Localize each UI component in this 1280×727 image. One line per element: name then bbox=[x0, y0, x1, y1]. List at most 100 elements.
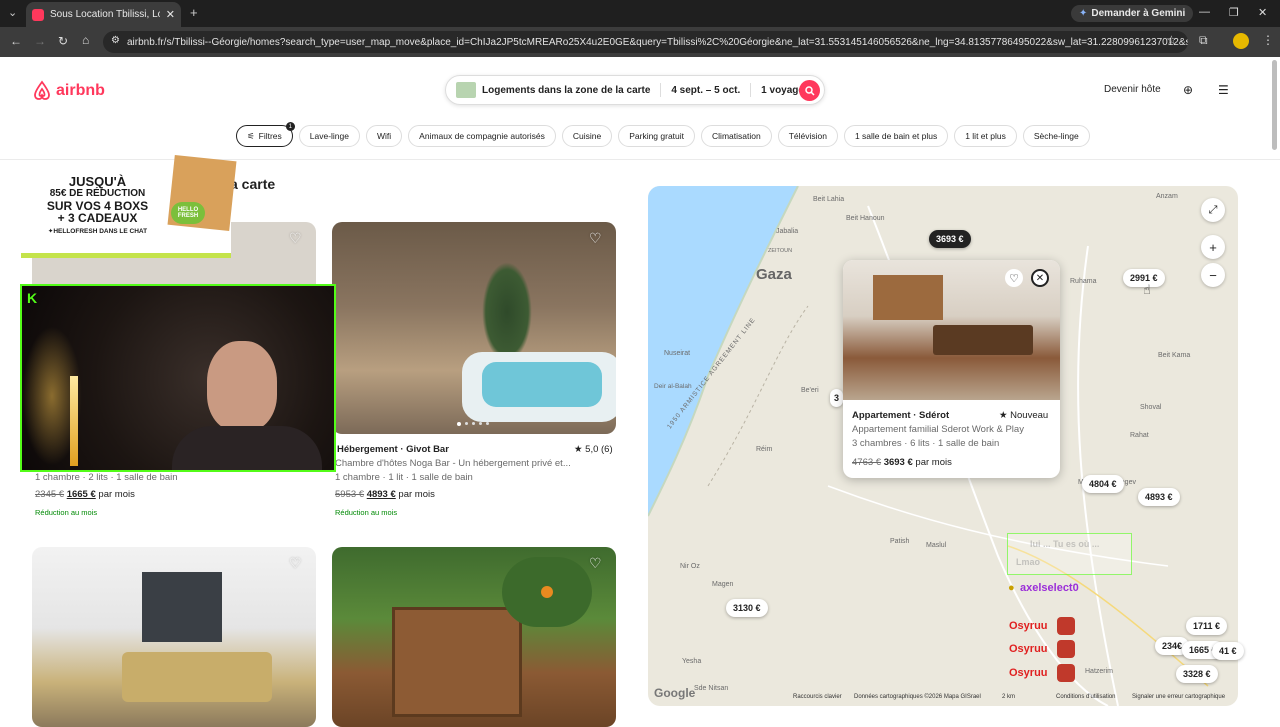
water-shape bbox=[482, 362, 602, 407]
listing-photo[interactable] bbox=[332, 222, 616, 434]
report-map-error-link[interactable]: Signaler une erreur cartographique bbox=[1132, 694, 1225, 700]
search-dates[interactable]: 4 sept. – 5 oct. bbox=[661, 85, 750, 96]
kick-logo-icon: K bbox=[27, 290, 38, 306]
forward-icon[interactable]: → bbox=[34, 34, 46, 48]
zoom-in-icon[interactable]: + bbox=[1201, 235, 1225, 259]
minimize-icon[interactable]: — bbox=[1199, 6, 1210, 18]
map-place-label: Rahat bbox=[1130, 432, 1149, 439]
gemini-button[interactable]: ✦ Demander à Gemini bbox=[1071, 5, 1194, 22]
chat-faint-message: lui ... Tu es où ... bbox=[1030, 539, 1100, 549]
filter-chip[interactable]: 1 lit et plus bbox=[954, 125, 1017, 147]
terms-link[interactable]: Conditions d'utilisation bbox=[1056, 694, 1116, 700]
filters-label: Filtres bbox=[258, 131, 282, 141]
home-icon[interactable]: ⌂ bbox=[82, 33, 89, 47]
listing-title[interactable]: Hébergement · Givot Bar bbox=[337, 444, 449, 455]
search-button[interactable] bbox=[799, 80, 820, 101]
map-place-label: Jabalia bbox=[776, 228, 799, 235]
listing-photo[interactable] bbox=[332, 547, 616, 727]
page-scrollbar[interactable] bbox=[1272, 60, 1277, 150]
filter-chip[interactable]: Sèche-linge bbox=[1022, 125, 1090, 147]
map-listing-card[interactable]: ♡ ✕ Appartement · Sdérot ★ Nouveau Appar… bbox=[843, 260, 1060, 478]
filter-chip[interactable]: Climatisation bbox=[701, 125, 772, 147]
menu-icon[interactable]: ☰ bbox=[1218, 83, 1229, 97]
close-tab-icon[interactable]: ✕ bbox=[166, 8, 175, 21]
heart-icon[interactable]: ♡ bbox=[289, 230, 302, 247]
search-location[interactable]: Logements dans la zone de la carte bbox=[476, 85, 660, 96]
person-body-shape bbox=[172, 426, 322, 470]
map-data-attribution: Données cartographiques ©2026 Mapa GISra… bbox=[854, 694, 981, 700]
price-pin[interactable]: 41 € bbox=[1212, 642, 1244, 660]
keyboard-shortcuts-link[interactable]: Raccourcis clavier bbox=[793, 694, 842, 700]
airbnb-favicon-icon bbox=[32, 8, 44, 21]
browser-menu-icon[interactable]: ⋮ bbox=[1262, 33, 1274, 47]
map-place-label: Nuseirat bbox=[664, 350, 691, 357]
chat-username: Osyruu bbox=[1009, 643, 1048, 655]
heart-icon[interactable]: ♡ bbox=[289, 555, 302, 572]
emote-icon bbox=[1057, 617, 1075, 635]
map-place-label: Nir Oz bbox=[680, 563, 700, 570]
browser-tab[interactable]: Sous Location Tbilissi, Location ✕ bbox=[26, 2, 181, 27]
filter-chip[interactable]: Animaux de compagnie autorisés bbox=[408, 125, 556, 147]
map-place-label: Anzam bbox=[1156, 193, 1178, 200]
map-place-label: Shoval bbox=[1140, 404, 1162, 411]
google-logo: Google bbox=[654, 686, 696, 700]
discount-tag: Réduction au mois bbox=[335, 508, 398, 517]
old-price: 4763 € bbox=[852, 457, 882, 468]
search-bar[interactable]: Logements dans la zone de la carte 4 sep… bbox=[445, 75, 825, 105]
become-host-link[interactable]: Devenir hôte bbox=[1104, 84, 1161, 95]
back-icon[interactable]: ← bbox=[10, 34, 22, 48]
close-window-icon[interactable]: ✕ bbox=[1258, 6, 1267, 19]
extensions-icon[interactable]: ⧉ bbox=[1199, 33, 1208, 48]
expand-map-icon[interactable]: ⤢ bbox=[1201, 198, 1225, 222]
price-pin[interactable]: 4804 € bbox=[1082, 475, 1124, 493]
price-pin-selected[interactable]: 3693 € bbox=[929, 230, 971, 248]
bookmark-star-icon[interactable]: ☆ bbox=[1166, 33, 1177, 47]
address-bar[interactable]: ⚙ airbnb.fr/s/Tbilissi--Géorgie/homes?se… bbox=[103, 31, 1188, 53]
filters-button[interactable]: ⚟ Filtres 1 bbox=[236, 122, 295, 147]
heart-icon[interactable]: ♡ bbox=[1005, 269, 1023, 287]
hellofresh-logo: HELLO FRESH bbox=[171, 202, 205, 224]
person-head-shape bbox=[207, 341, 277, 431]
filter-chip[interactable]: Wifi bbox=[366, 125, 403, 147]
window-shape bbox=[142, 572, 222, 642]
price-pin[interactable]: 3130 € bbox=[726, 599, 768, 617]
logo-text: airbnb bbox=[56, 81, 105, 99]
restore-icon[interactable]: ❐ bbox=[1229, 6, 1239, 19]
filter-chip[interactable]: Télévision bbox=[777, 125, 838, 147]
chat-faint-message: Lmao bbox=[1016, 557, 1041, 567]
heart-icon[interactable]: ♡ bbox=[589, 555, 602, 572]
airbnb-logo-icon bbox=[34, 80, 50, 100]
filter-chip[interactable]: 1 salle de bain et plus bbox=[843, 125, 949, 147]
price-pin[interactable]: 3 bbox=[830, 389, 844, 407]
price-pin[interactable]: 4893 € bbox=[1138, 488, 1180, 506]
chat-username: axelselect0 bbox=[1020, 582, 1079, 594]
map-place-label: Ruhama bbox=[1070, 278, 1097, 285]
heart-icon[interactable]: ♡ bbox=[589, 230, 602, 247]
new-tab-icon[interactable]: + bbox=[190, 5, 198, 20]
filter-chip[interactable]: Parking gratuit bbox=[618, 125, 696, 147]
chat-username: Osyruu bbox=[1009, 667, 1048, 679]
card-subtitle: Appartement familial Sderot Work & Play bbox=[852, 424, 1024, 435]
price-pin[interactable]: 3328 € bbox=[1176, 665, 1218, 683]
zoom-out-icon[interactable]: − bbox=[1201, 263, 1225, 287]
price-period: par mois bbox=[398, 489, 435, 500]
filter-chip[interactable]: Cuisine bbox=[561, 125, 613, 147]
promo-line: + 3 CADEAUX bbox=[57, 211, 138, 225]
globe-icon[interactable]: ⊕ bbox=[1183, 83, 1193, 97]
close-icon[interactable]: ✕ bbox=[1031, 269, 1049, 287]
price-pin[interactable]: 1711 € bbox=[1186, 617, 1228, 635]
filter-chip[interactable]: Lave-linge bbox=[298, 125, 360, 147]
tab-search-icon[interactable]: ⌄ bbox=[8, 6, 17, 19]
url-text: airbnb.fr/s/Tbilissi--Géorgie/homes?sear… bbox=[127, 36, 1188, 48]
table-shape bbox=[933, 325, 1033, 355]
site-info-icon[interactable]: ⚙ bbox=[111, 35, 120, 46]
airbnb-logo[interactable]: airbnb bbox=[32, 80, 105, 101]
map-place-label: Be'eri bbox=[801, 387, 819, 394]
card-price-line: 4763 € 3693 € par mois bbox=[852, 457, 952, 468]
promo-line: JUSQU'À bbox=[68, 174, 127, 189]
map-place-label: Beit Lahia bbox=[813, 196, 845, 203]
listing-photo[interactable] bbox=[32, 547, 316, 727]
listing-photo[interactable] bbox=[843, 260, 1060, 400]
reload-icon[interactable]: ↻ bbox=[58, 34, 68, 48]
profile-avatar[interactable] bbox=[1233, 33, 1249, 49]
